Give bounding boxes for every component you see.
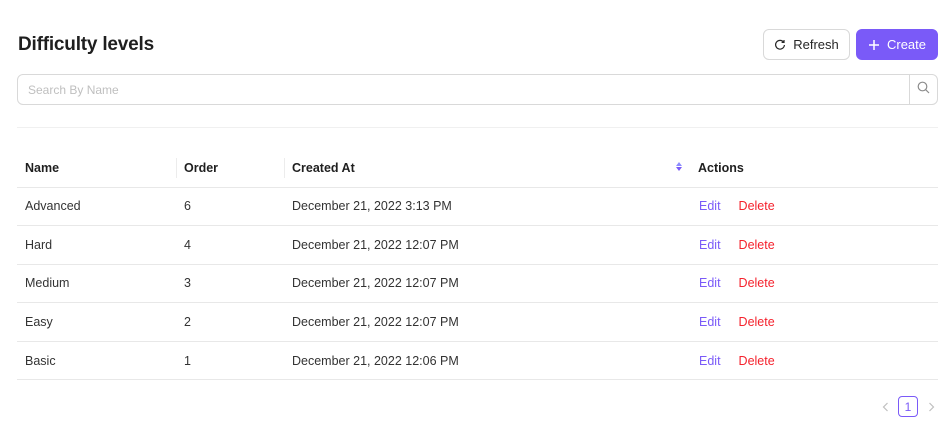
- cell-created-at: December 21, 2022 12:07 PM: [284, 264, 690, 304]
- cell-order: 6: [176, 187, 284, 227]
- edit-link[interactable]: Edit: [699, 238, 721, 252]
- cell-order: 4: [176, 225, 284, 265]
- chevron-left-icon[interactable]: [878, 397, 892, 417]
- column-header-created-at[interactable]: Created At: [284, 149, 690, 188]
- pagination: 1: [878, 396, 938, 417]
- page-title: Difficulty levels: [18, 34, 154, 55]
- search-bar: [17, 74, 938, 105]
- edit-link[interactable]: Edit: [699, 315, 721, 329]
- delete-link[interactable]: Delete: [739, 238, 775, 252]
- edit-link[interactable]: Edit: [699, 199, 721, 213]
- cell-name: Easy: [17, 302, 176, 342]
- delete-link[interactable]: Delete: [739, 354, 775, 368]
- chevron-right-icon[interactable]: [924, 397, 938, 417]
- cell-actions: Edit Delete: [690, 341, 938, 381]
- table-row: Basic 1 December 21, 2022 12:06 PM Edit D…: [17, 341, 938, 381]
- table-row: Medium 3 December 21, 2022 12:07 PM Edit…: [17, 264, 938, 304]
- table-row: Advanced 6 December 21, 2022 3:13 PM Edi…: [17, 187, 938, 227]
- cell-name: Advanced: [17, 187, 176, 227]
- cell-created-at: December 21, 2022 12:06 PM: [284, 341, 690, 381]
- sort-icon[interactable]: [676, 162, 682, 171]
- page-number-current[interactable]: 1: [898, 396, 918, 417]
- refresh-button[interactable]: Refresh: [763, 29, 850, 60]
- refresh-icon: [774, 39, 786, 51]
- cell-name: Medium: [17, 264, 176, 304]
- edit-link[interactable]: Edit: [699, 354, 721, 368]
- cell-actions: Edit Delete: [690, 187, 938, 227]
- cell-created-at: December 21, 2022 12:07 PM: [284, 225, 690, 265]
- cell-order: 3: [176, 264, 284, 304]
- table-row: Easy 2 December 21, 2022 12:07 PM Edit De…: [17, 302, 938, 342]
- column-header-actions: Actions: [690, 149, 938, 188]
- search-icon: [917, 81, 930, 99]
- column-header-name[interactable]: Name: [17, 149, 176, 188]
- search-button[interactable]: [909, 75, 937, 104]
- table-header-row: Name Order Created At Actions: [17, 149, 938, 188]
- cell-order: 2: [176, 302, 284, 342]
- cell-created-at: December 21, 2022 3:13 PM: [284, 187, 690, 227]
- difficulty-table: Name Order Created At Actions Advanced 6…: [17, 149, 938, 381]
- cell-name: Hard: [17, 225, 176, 265]
- create-label: Create: [886, 37, 927, 52]
- column-header-order[interactable]: Order: [176, 149, 284, 188]
- table-row: Hard 4 December 21, 2022 12:07 PM Edit De…: [17, 225, 938, 265]
- cell-actions: Edit Delete: [690, 264, 938, 304]
- plus-icon: [868, 39, 880, 51]
- delete-link[interactable]: Delete: [739, 276, 775, 290]
- delete-link[interactable]: Delete: [739, 315, 775, 329]
- column-header-created-at-label: Created At: [292, 160, 355, 175]
- cell-name: Basic: [17, 341, 176, 381]
- cell-actions: Edit Delete: [690, 225, 938, 265]
- divider: [17, 127, 938, 128]
- cell-order: 1: [176, 341, 284, 381]
- refresh-label: Refresh: [793, 37, 839, 52]
- cell-actions: Edit Delete: [690, 302, 938, 342]
- cell-created-at: December 21, 2022 12:07 PM: [284, 302, 690, 342]
- delete-link[interactable]: Delete: [739, 199, 775, 213]
- search-input[interactable]: [18, 75, 909, 104]
- edit-link[interactable]: Edit: [699, 276, 721, 290]
- create-button[interactable]: Create: [856, 29, 938, 60]
